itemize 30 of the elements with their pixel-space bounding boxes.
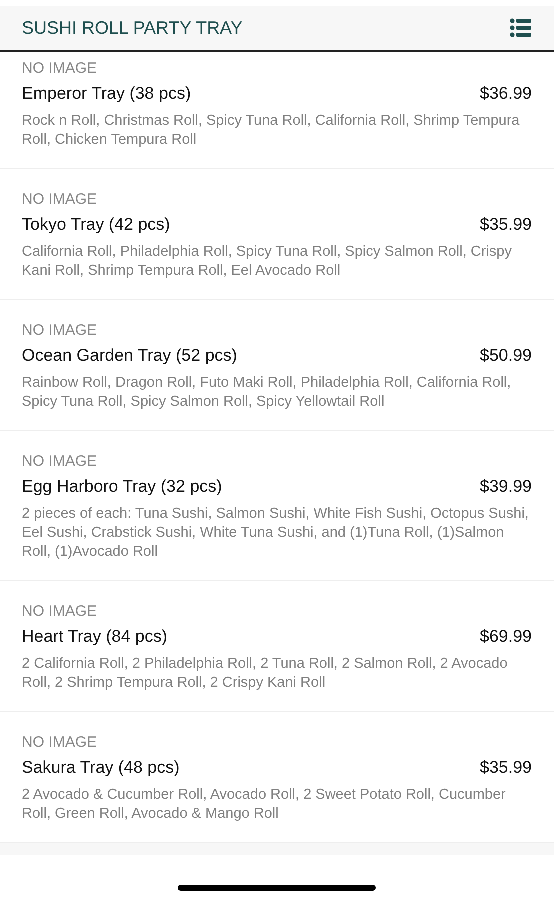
- image-placeholder-label: NO IMAGE: [22, 322, 98, 340]
- menu-item[interactable]: NO IMAGE Emperor Tray (38 pcs) $36.99 Rock n Roll, Christmas Roll, Spicy Tuna Roll, California Roll, Shrimp Tempura Roll, Chicken Tempura Roll: [0, 52, 554, 169]
- item-price: $69.99: [480, 626, 532, 648]
- item-description: 2 pieces of each: Tuna Sushi, Salmon Sushi, White Fish Sushi, Octopus Sushi, Eel Sushi, Crabstick Sushi, White Tuna Sushi, and (1)Tuna Roll, (1)Salmon Roll, (1)Avocado Roll: [22, 505, 530, 562]
- item-description: Rock n Roll, Christmas Roll, Spicy Tuna Roll, California Roll, Shrimp Tempura Roll, Chicken Tempura Roll: [22, 112, 521, 150]
- item-name: Egg Harboro Tray (32 pcs): [22, 476, 222, 498]
- item-name: Emperor Tray (38 pcs): [22, 83, 192, 105]
- page-title: SUSHI ROLL PARTY TRAY: [22, 18, 243, 38]
- item-price: $36.99: [480, 83, 532, 105]
- image-placeholder-label: NO IMAGE: [22, 60, 98, 78]
- item-name: Ocean Garden Tray (52 pcs): [22, 345, 238, 367]
- item-price: $39.99: [480, 476, 532, 498]
- item-name: Tokyo Tray (42 pcs): [22, 214, 170, 236]
- item-price: $35.99: [480, 214, 532, 236]
- image-placeholder-label: NO IMAGE: [22, 603, 98, 621]
- item-price: $50.99: [480, 345, 532, 367]
- image-placeholder-label: NO IMAGE: [22, 734, 98, 752]
- image-placeholder-label: NO IMAGE: [22, 191, 98, 209]
- menu-item[interactable]: NO IMAGE Ocean Garden Tray (52 pcs) $50.99 Rainbow Roll, Dragon Roll, Futo Maki Roll, Philadelphia Roll, California Roll, Spicy Tuna Roll, Spicy Salmon Roll, Spicy Yellowtail Roll: [0, 300, 554, 431]
- item-description: 2 California Roll, 2 Philadelphia Roll, 2 Tuna Roll, 2 Salmon Roll, 2 Avocado Roll, 2 Shrimp Tempura Roll, 2 Crispy Kani Roll: [22, 655, 509, 693]
- item-description: California Roll, Philadelphia Roll, Spicy Tuna Roll, Spicy Salmon Roll, Crispy Kani Roll, Shrimp Tempura Roll, Eel Avocado Roll: [22, 243, 513, 281]
- item-name: Sakura Tray (48 pcs): [22, 757, 180, 779]
- image-placeholder-label: NO IMAGE: [22, 453, 98, 471]
- menu-item[interactable]: NO IMAGE Heart Tray (84 pcs) $69.99 2 California Roll, 2 Philadelphia Roll, 2 Tuna Roll, 2 Salmon Roll, 2 Avocado Roll, 2 Shrimp Tempura Roll, 2 Crispy Kani Roll: [0, 581, 554, 712]
- item-description: 2 Avocado & Cucumber Roll, Avocado Roll, 2 Sweet Potato Roll, Cucumber Roll, Green Roll, Avocado & Mango Roll: [22, 786, 507, 824]
- menu-item[interactable]: NO IMAGE Tokyo Tray (42 pcs) $35.99 California Roll, Philadelphia Roll, Spicy Tuna Roll, Spicy Salmon Roll, Crispy Kani Roll, Shrimp Tempura Roll, Eel Avocado Roll: [0, 169, 554, 300]
- list-icon[interactable]: [510, 18, 532, 38]
- item-price: $35.99: [480, 757, 532, 779]
- item-name: Heart Tray (84 pcs): [22, 626, 168, 648]
- item-description: Rainbow Roll, Dragon Roll, Futo Maki Roll, Philadelphia Roll, California Roll, Spicy Tuna Roll, Spicy Salmon Roll, Spicy Yellowtail Roll: [22, 374, 512, 412]
